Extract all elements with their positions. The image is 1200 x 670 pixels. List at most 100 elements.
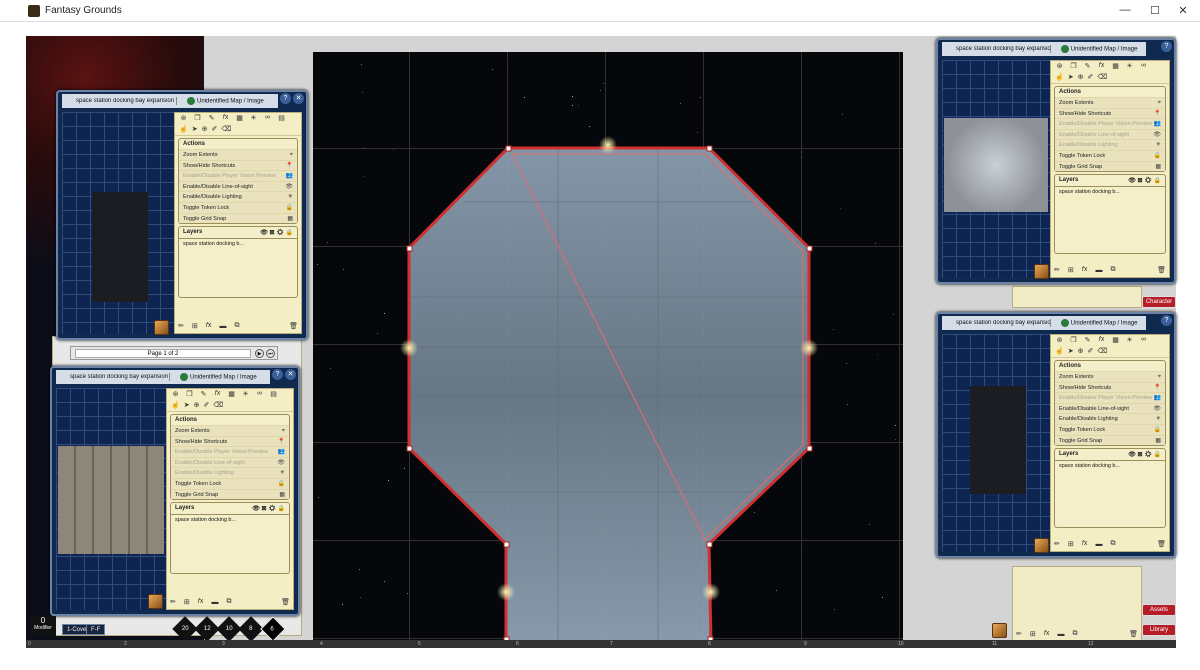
character-button[interactable]: Character [1142,296,1176,308]
trash-icon[interactable]: 🗑 [1157,540,1166,548]
grid-snap-action[interactable]: Toggle Grid Snap ▦ [179,212,297,224]
asset-cube-icon[interactable] [154,320,169,335]
grid-snap-action[interactable]: Toggle Grid Snap ▦ [1055,160,1165,172]
maximize-button[interactable]: ☐ [1148,4,1162,17]
token-lock-action[interactable]: Toggle Token Lock 🔒 [1055,149,1165,161]
eraser-icon[interactable]: ⌫ [1097,73,1107,83]
select-icon[interactable]: ☝ [1055,347,1064,357]
layer-toggle-icons[interactable]: 👁 ⊠ ☀ 🔒 [260,229,293,236]
map-preview[interactable] [62,112,174,334]
line-of-sight-action[interactable]: Enable/Disable Line-of-sight 👁 [171,456,289,468]
pointer-icon[interactable]: ➤ [1068,347,1074,357]
edit-icon[interactable]: ✏ [178,322,184,330]
tab-image-name[interactable]: space station docking bay expansion [942,46,1050,52]
link-icon[interactable]: ∞ [254,390,265,400]
table-add-icon[interactable]: ⊞ [192,322,198,330]
link-icon[interactable]: ∞ [262,114,273,124]
grid-icon[interactable]: ▦ [226,390,237,400]
tab-map-type[interactable]: Unidentified Map / Image [1049,45,1146,53]
draw-icon[interactable]: ✐ [203,401,209,411]
copy-icon[interactable]: ❐ [1068,336,1079,346]
light-icon[interactable]: ☀ [1124,62,1135,72]
copy-icon[interactable]: ❐ [184,390,195,400]
target-icon[interactable]: ⊕ [1078,347,1084,357]
eraser-icon[interactable]: ⌫ [213,401,223,411]
table-add-icon[interactable]: ⊞ [184,598,190,606]
mask-icon[interactable]: ⊛ [178,114,189,124]
tab-image-name[interactable]: space station docking bay expansion [56,374,169,380]
help-icon[interactable]: ? [272,369,283,380]
link-icon[interactable]: ∞ [1138,62,1149,72]
mask-icon[interactable]: ⊛ [1054,62,1065,72]
grid-snap-action[interactable]: Toggle Grid Snap ▦ [1055,434,1165,446]
panel-close-icon[interactable]: ✕ [293,93,304,104]
grid-snap-action[interactable]: Toggle Grid Snap ▦ [171,488,289,500]
tab-image-name[interactable]: space station docking bay expansion [62,98,176,104]
vision-preview-action[interactable]: Enable/Disable Player Vision Preview 👥 [171,446,289,457]
fx-icon[interactable]: 𝑓x [1096,62,1107,72]
light-icon[interactable]: ☀ [240,390,251,400]
folder-icon[interactable]: ▬ [1095,267,1102,274]
pointer-icon[interactable]: ➤ [184,401,190,411]
duplicate-icon[interactable]: ⧉ [1110,540,1115,548]
last-page-button[interactable]: ⏭ [266,348,275,358]
zoom-extents-action[interactable]: Zoom Extents ⌖ [171,425,289,436]
light-icon[interactable]: ☀ [1124,336,1135,346]
folder-icon[interactable]: ▬ [1095,541,1102,548]
formula-icon[interactable]: 𝑓x [1082,540,1088,548]
image-panel-2[interactable]: space station docking bay expansion Unid… [50,366,300,616]
fx-icon[interactable]: 𝑓x [220,114,231,124]
formula-icon[interactable]: 𝑓x [206,322,212,330]
zoom-extents-action[interactable]: Zoom Extents ⌖ [179,149,297,160]
layer-row[interactable]: space station docking b... [1055,461,1165,471]
duplicate-icon[interactable]: ⧉ [226,598,231,606]
target-icon[interactable]: ⊕ [202,125,208,135]
vision-preview-action[interactable]: Enable/Disable Player Vision Preview 👥 [179,170,297,181]
close-button[interactable]: ✕ [1176,4,1190,17]
token-lock-action[interactable]: Toggle Token Lock 🔒 [1055,423,1165,435]
edit-icon[interactable]: ✏ [170,598,176,606]
layer-row[interactable]: space station docking b... [1055,187,1165,197]
trash-icon[interactable]: 🗑 [289,322,298,330]
formula-icon[interactable]: 𝑓x [198,598,204,606]
folder-icon[interactable]: ▬ [219,323,226,330]
duplicate-icon[interactable]: ⧉ [234,322,239,330]
modifier-box[interactable]: 0 Modifier [30,616,56,636]
layer-row[interactable]: space station docking b... [179,239,297,249]
grid-icon[interactable]: ▦ [1110,336,1121,346]
asset-cube-icon[interactable] [148,594,163,609]
grid-icon[interactable]: ▦ [1110,62,1121,72]
shortcuts-action[interactable]: Show/Hide Shortcuts 📍 [1055,381,1165,393]
eraser-icon[interactable]: ⌫ [221,125,231,135]
map-preview[interactable] [942,334,1050,552]
table-add-icon[interactable]: ⊞ [1068,540,1074,548]
copy-icon[interactable]: ❐ [192,114,203,124]
draw-icon[interactable]: ✐ [211,125,217,135]
duplicate-icon[interactable]: ⧉ [1110,266,1115,274]
layer-toggle-icons[interactable]: 👁 ⊠ ☀ 🔒 [252,505,285,512]
tab-map-type[interactable]: Unidentified Map / Image [169,373,270,381]
library-button[interactable]: Library [1142,624,1176,636]
lighting-action[interactable]: Enable/Disable Lighting ☀ [179,191,297,202]
table-icon[interactable]: ▤ [276,114,287,124]
mask-icon[interactable]: ⊛ [1054,336,1065,346]
line-of-sight-action[interactable]: Enable/Disable Line-of-sight 👁 [1055,128,1165,140]
light-icon[interactable]: ☀ [248,114,259,124]
select-icon[interactable]: ☝ [171,401,180,411]
pointer-icon[interactable]: ➤ [192,125,198,135]
pencil-icon[interactable]: ✎ [1082,336,1093,346]
pencil-icon[interactable]: ✎ [1082,62,1093,72]
token-lock-action[interactable]: Toggle Token Lock 🔒 [171,477,289,489]
help-icon[interactable]: ? [280,93,291,104]
tab-map-type[interactable]: Unidentified Map / Image [176,97,278,105]
image-panel-1[interactable]: space station docking bay expansion Unid… [56,90,308,340]
pencil-icon[interactable]: ✎ [206,114,217,124]
help-icon[interactable]: ? [1161,315,1172,326]
help-icon[interactable]: ? [1161,41,1172,52]
zoom-extents-action[interactable]: Zoom Extents ⌖ [1055,97,1165,108]
line-of-sight-action[interactable]: Enable/Disable Line-of-sight 👁 [179,180,297,192]
panel-close-icon[interactable]: ✕ [285,369,296,380]
fx-icon[interactable]: 𝑓x [212,390,223,400]
lighting-action[interactable]: Enable/Disable Lighting ☀ [1055,139,1165,150]
select-icon[interactable]: ☝ [179,125,188,135]
